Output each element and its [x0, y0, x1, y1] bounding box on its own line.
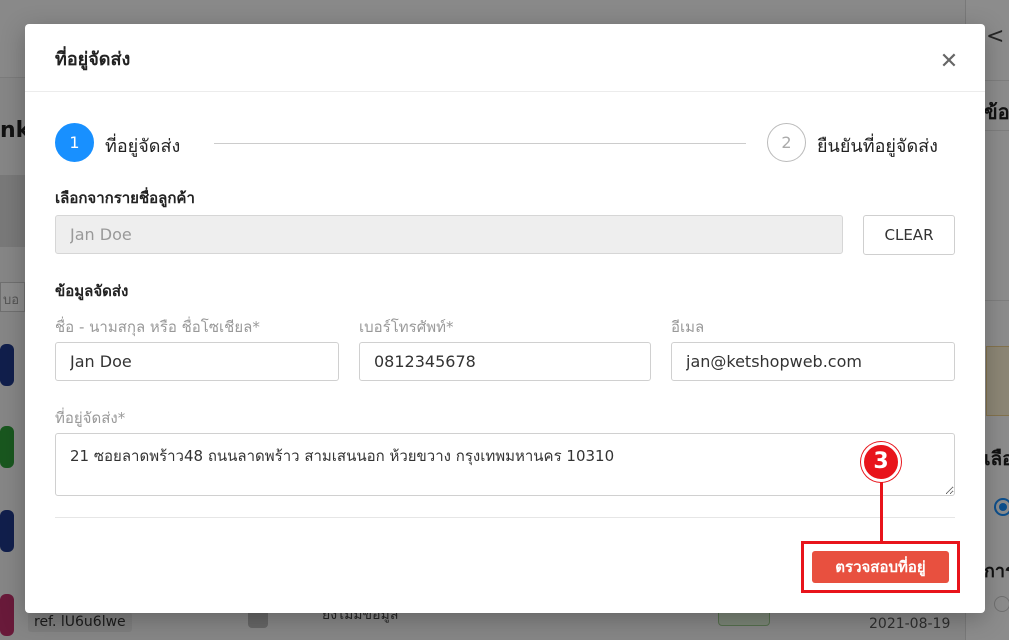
address-field-label: ที่อยู่จัดส่ง*	[55, 409, 126, 427]
modal-header: ที่อยู่จัดส่ง ✕	[25, 24, 985, 92]
step-label: ยืนยันที่อยู่จัดส่ง	[817, 136, 938, 157]
clear-button[interactable]: CLEAR	[863, 215, 955, 255]
phone-field-label: เบอร์โทรศัพท์*	[359, 318, 454, 336]
step-number: 2	[767, 123, 806, 162]
email-field[interactable]	[671, 342, 955, 381]
step-connector	[214, 143, 746, 144]
verify-address-button[interactable]: ตรวจสอบที่อยู่	[812, 551, 949, 583]
close-icon[interactable]: ✕	[936, 49, 962, 75]
footer-divider	[55, 517, 955, 518]
address-field[interactable]: 21 ซอยลาดพร้าว48 ถนนลาดพร้าว สามเสนนอก ห…	[55, 433, 955, 496]
name-field[interactable]	[55, 342, 339, 381]
email-field-label: อีเมล	[671, 318, 705, 336]
highlight-box: ตรวจสอบที่อยู่	[801, 541, 960, 593]
customer-select-label: เลือกจากรายชื่อลูกค้า	[55, 189, 195, 207]
shipping-info-label: ข้อมูลจัดส่ง	[55, 282, 129, 300]
step-label: ที่อยู่จัดส่ง	[105, 136, 181, 157]
customer-select-input[interactable]	[55, 215, 843, 254]
phone-field[interactable]	[359, 342, 651, 381]
callout-line	[880, 479, 883, 541]
step-number: 1	[55, 123, 94, 162]
name-field-label: ชื่อ - นามสกุล หรือ ชื่อโซเชียล*	[55, 318, 260, 336]
shipping-address-modal: ที่อยู่จัดส่ง ✕ 1 ที่อยู่จัดส่ง 2 ยืนยัน…	[25, 24, 985, 613]
modal-title: ที่อยู่จัดส่ง	[55, 49, 131, 70]
step-callout-badge: 3	[861, 442, 901, 482]
